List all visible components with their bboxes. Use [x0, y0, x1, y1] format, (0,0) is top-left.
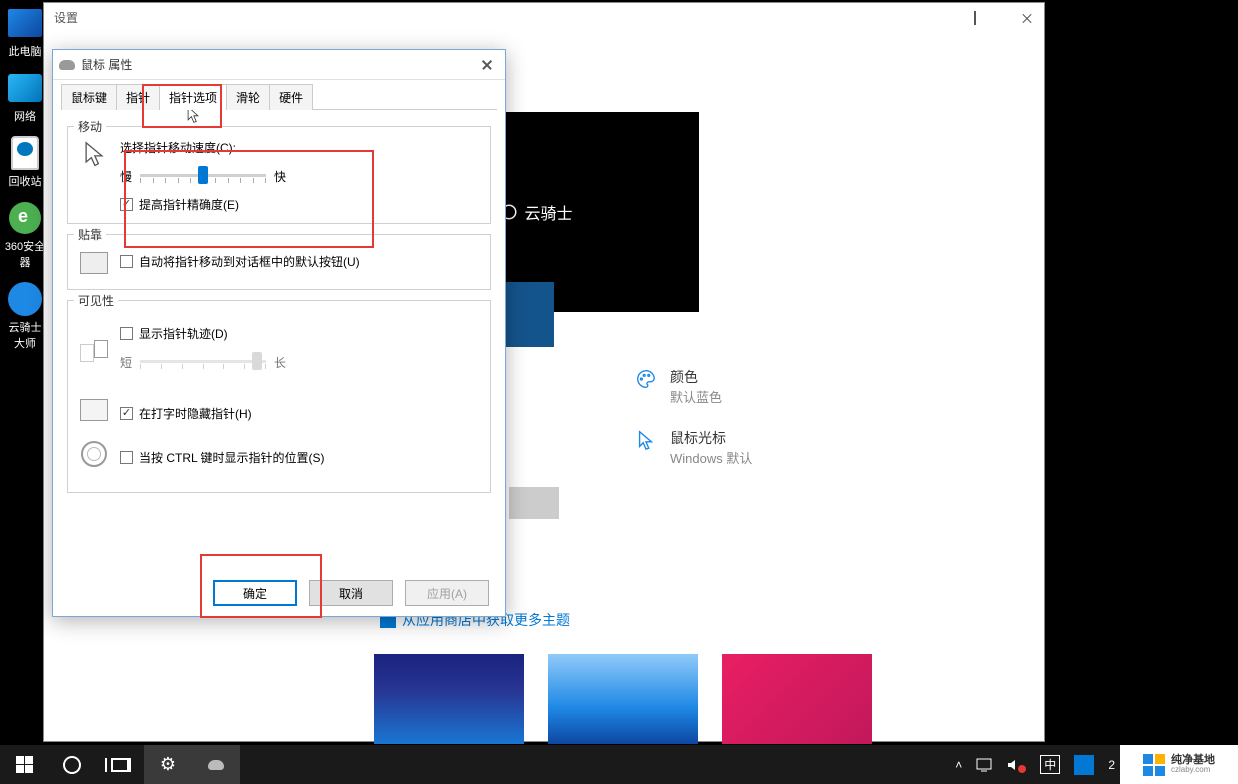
- ctrl-locate-label: 当按 CTRL 键时显示指针的位置(S): [139, 449, 325, 466]
- preview-taskbar-sample: [504, 282, 554, 347]
- dialog-titlebar[interactable]: 鼠标 属性: [53, 50, 505, 80]
- label: 回收站: [9, 173, 42, 189]
- mouse-properties-dialog: 鼠标 属性 鼠标键 指针 指针选项 滑轮 硬件 移动 选择指针移动速度(C):: [52, 49, 506, 617]
- label: 此电脑: [9, 43, 42, 59]
- dialog-buttons: 确定 取消 应用(A): [213, 580, 489, 606]
- ok-button[interactable]: 确定: [213, 580, 297, 606]
- color-title: 颜色: [670, 367, 722, 387]
- cortana-button[interactable]: [48, 745, 96, 784]
- pointer-trails-checkbox[interactable]: [120, 327, 133, 340]
- hide-typing-icon: [78, 394, 110, 426]
- pointer-trails-label: 显示指针轨迹(D): [139, 325, 228, 342]
- ctrl-locate-checkbox[interactable]: [120, 451, 133, 464]
- cancel-button[interactable]: 取消: [309, 580, 393, 606]
- preview-label: 云骑士: [524, 200, 572, 224]
- label: 云骑士 大师: [9, 319, 42, 351]
- dialog-close-button[interactable]: [475, 55, 499, 75]
- slow-label: 慢: [120, 168, 132, 185]
- watermark-logo-icon: [1143, 754, 1165, 776]
- enhance-precision-checkbox[interactable]: [120, 198, 133, 211]
- personalize-side-panel: 颜色 默认蓝色 鼠标光标 Windows 默认: [634, 367, 752, 489]
- snap-to-checkbox[interactable]: [120, 255, 133, 268]
- taskbar: ⚙ ˄ 中 2 纯净基地 czlaby.com: [0, 745, 1238, 784]
- label: 网络: [14, 108, 36, 124]
- dialog-tabs: 鼠标键 指针 指针选项 滑轮 硬件: [61, 84, 497, 110]
- speed-label: 选择指针移动速度(C):: [120, 139, 480, 156]
- tray-ime[interactable]: 中: [1035, 745, 1065, 784]
- theme-thumb-2[interactable]: [548, 654, 698, 744]
- tab-hardware[interactable]: 硬件: [269, 84, 313, 110]
- tab-wheel[interactable]: 滑轮: [226, 84, 270, 110]
- group-visibility: 可见性 显示指针轨迹(D) 短: [67, 300, 491, 493]
- taskbar-app-settings[interactable]: ⚙: [144, 745, 192, 784]
- group-motion: 移动 选择指针移动速度(C): 慢: [67, 126, 491, 224]
- ctrl-locate-icon: [78, 438, 110, 470]
- fast-label: 快: [274, 168, 286, 185]
- group-snap-title: 贴靠: [74, 226, 106, 243]
- tray-display-icon[interactable]: [971, 745, 997, 784]
- group-motion-title: 移动: [74, 118, 106, 135]
- mouse-icon: [208, 760, 224, 770]
- short-label: 短: [120, 354, 132, 371]
- cursor-title: 鼠标光标: [670, 428, 752, 448]
- minimize-button[interactable]: [906, 3, 952, 32]
- theme-thumbnails: [374, 654, 872, 744]
- close-button[interactable]: [998, 3, 1044, 32]
- muted-indicator-icon: [1018, 765, 1026, 773]
- dialog-title: 鼠标 属性: [81, 56, 475, 73]
- palette-icon: [634, 367, 658, 391]
- theme-thumb-1[interactable]: [374, 654, 524, 744]
- tab-pointer-options[interactable]: 指针选项: [159, 84, 227, 110]
- tab-pointers[interactable]: 指针: [116, 84, 160, 110]
- trail-icon: [78, 335, 110, 367]
- enhance-precision-label: 提高指针精确度(E): [139, 196, 239, 213]
- task-view-button[interactable]: [96, 745, 144, 784]
- color-value: 默认蓝色: [670, 387, 722, 406]
- tray-chevron-icon[interactable]: ˄: [950, 745, 967, 784]
- settings-title: 设置: [54, 9, 906, 26]
- tab-buttons[interactable]: 鼠标键: [61, 84, 117, 110]
- settings-titlebar: 设置: [44, 3, 1044, 32]
- cursor-icon: [634, 428, 658, 452]
- mouse-icon: [59, 60, 75, 70]
- snap-to-label: 自动将指针移动到对话框中的默认按钮(U): [139, 253, 360, 270]
- cursor-value: Windows 默认: [670, 448, 752, 467]
- desktop: 此电脑 网络 回收站 360安全 器 云骑士 大师 设置 云骑士: [0, 0, 1080, 745]
- taskbar-app-mouse[interactable]: [192, 745, 240, 784]
- tray-app-icon[interactable]: [1069, 745, 1099, 784]
- hide-while-typing-checkbox[interactable]: [120, 407, 133, 420]
- obscured-button[interactable]: [509, 487, 559, 519]
- dialog-content: 移动 选择指针移动速度(C): 慢: [53, 110, 505, 509]
- label: 360安全 器: [5, 238, 45, 270]
- theme-thumb-3[interactable]: [722, 654, 872, 744]
- tray-volume-icon[interactable]: [1001, 745, 1031, 784]
- pointer-speed-slider[interactable]: [140, 164, 266, 188]
- side-item-color[interactable]: 颜色 默认蓝色: [634, 367, 752, 406]
- long-label: 长: [274, 354, 286, 371]
- start-button[interactable]: [0, 745, 48, 784]
- group-snap: 贴靠 自动将指针移动到对话框中的默认按钮(U): [67, 234, 491, 290]
- gear-icon: ⚙: [160, 754, 176, 775]
- side-item-cursor[interactable]: 鼠标光标 Windows 默认: [634, 428, 752, 467]
- maximize-button[interactable]: [952, 3, 998, 32]
- group-visibility-title: 可见性: [74, 292, 118, 309]
- apply-button: 应用(A): [405, 580, 489, 606]
- tray-clock[interactable]: 2: [1103, 745, 1120, 784]
- watermark: 纯净基地 czlaby.com: [1120, 745, 1238, 784]
- snap-icon: [78, 247, 110, 279]
- motion-icon: [78, 139, 110, 171]
- trail-length-slider: [140, 350, 266, 374]
- watermark-url: czlaby.com: [1171, 766, 1215, 775]
- system-tray: ˄ 中 2: [950, 745, 1120, 784]
- hide-while-typing-label: 在打字时隐藏指针(H): [139, 405, 252, 422]
